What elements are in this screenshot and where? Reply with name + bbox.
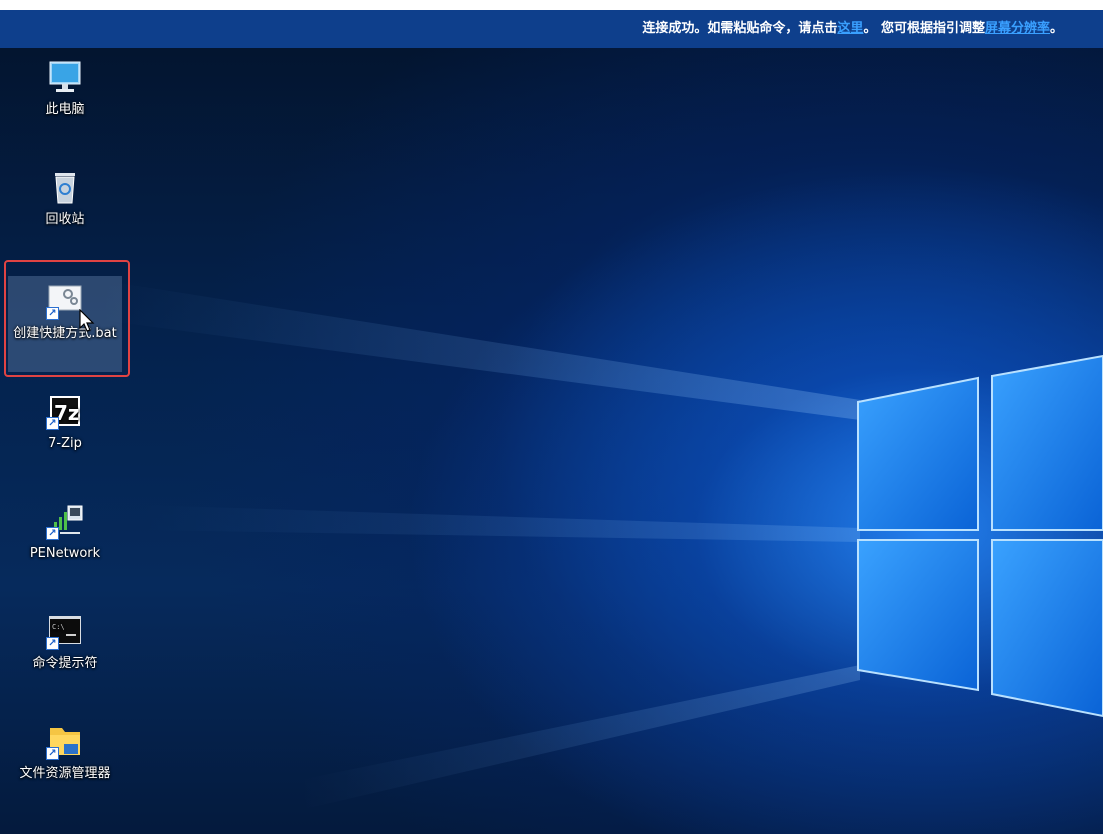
notice-text-2: 。 您可根据指引调整 — [863, 21, 985, 36]
shortcut-arrow-icon: ↗ — [46, 747, 59, 760]
desktop-icon-label: 7-Zip — [48, 436, 82, 451]
shortcut-arrow-icon: ↗ — [46, 417, 59, 430]
desktop-icon-label: 回收站 — [45, 212, 85, 227]
desktop-icon-label: 此电脑 — [45, 102, 85, 117]
mouse-cursor-icon — [79, 309, 95, 332]
network-icon: ↗ — [46, 502, 84, 540]
desktop-icon-recycle-bin[interactable]: 回收站 — [8, 168, 122, 229]
selection-highlight-box — [4, 260, 130, 377]
command-prompt-icon: C:\ ↗ — [46, 612, 84, 650]
recycle-bin-icon — [46, 168, 84, 206]
paste-command-link[interactable]: 这里 — [837, 21, 863, 36]
shortcut-arrow-icon: ↗ — [46, 527, 59, 540]
file-explorer-icon: ↗ — [46, 722, 84, 760]
desktop-icon-7zip[interactable]: 7z ↗ 7-Zip — [8, 392, 122, 453]
svg-text:C:\: C:\ — [52, 623, 65, 631]
desktop-wallpaper[interactable] — [0, 10, 1103, 834]
desktop-icon-file-explorer[interactable]: ↗ 文件资源管理器 — [8, 722, 122, 783]
notice-text-1: 连接成功。如需粘贴命令，请点击 — [642, 21, 838, 36]
desktop-icon-label: 命令提示符 — [32, 656, 98, 671]
computer-icon — [46, 58, 84, 96]
desktop-icon-this-pc[interactable]: 此电脑 — [8, 58, 122, 119]
notice-text-3: 。 — [1049, 21, 1063, 36]
connection-notice-banner: 连接成功。如需粘贴命令，请点击这里。 您可根据指引调整屏幕分辨率。 — [0, 10, 1103, 48]
shortcut-arrow-icon: ↗ — [46, 637, 59, 650]
7zip-icon: 7z ↗ — [46, 392, 84, 430]
screen-resolution-link[interactable]: 屏幕分辨率 — [985, 21, 1050, 36]
windows-logo-wallpaper — [100, 280, 1103, 810]
remote-desktop-screen: 连接成功。如需粘贴命令，请点击这里。 您可根据指引调整屏幕分辨率。 此电脑 回收… — [0, 0, 1103, 834]
desktop-icon-label: PENetwork — [29, 546, 101, 561]
desktop-icon-penetwork[interactable]: ↗ PENetwork — [8, 502, 122, 563]
desktop-icon-label: 文件资源管理器 — [19, 766, 111, 781]
desktop-icon-command-prompt[interactable]: C:\ ↗ 命令提示符 — [8, 612, 122, 673]
